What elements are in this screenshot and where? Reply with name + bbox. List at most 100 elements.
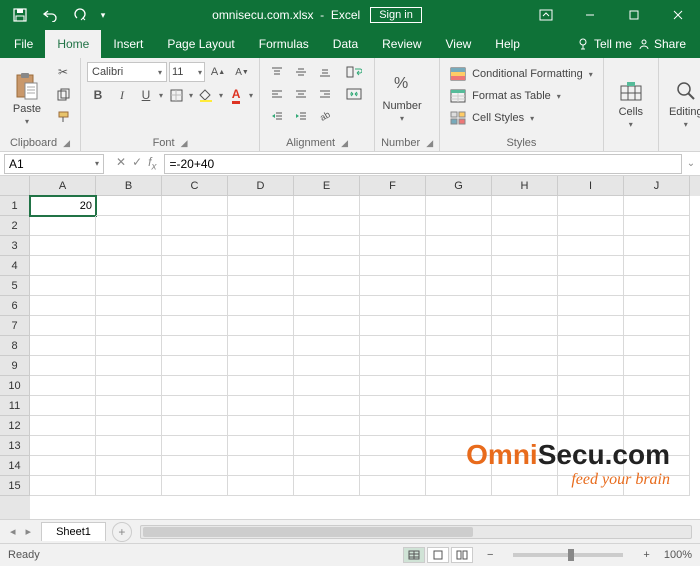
- cell[interactable]: [294, 296, 360, 316]
- cell[interactable]: [558, 316, 624, 336]
- cell[interactable]: [228, 476, 294, 496]
- bold-button[interactable]: B: [87, 85, 109, 105]
- cell[interactable]: [228, 216, 294, 236]
- column-header[interactable]: F: [360, 176, 426, 196]
- decrease-indent-icon[interactable]: [266, 106, 288, 126]
- cell[interactable]: [492, 276, 558, 296]
- cell[interactable]: [294, 276, 360, 296]
- save-icon[interactable]: [6, 3, 34, 27]
- paste-button[interactable]: Paste ▾: [6, 62, 48, 135]
- minimize-icon[interactable]: [568, 0, 612, 30]
- cell[interactable]: [624, 476, 690, 496]
- cell[interactable]: [294, 376, 360, 396]
- cell[interactable]: [96, 436, 162, 456]
- dialog-launcher-icon[interactable]: ◢: [63, 138, 70, 149]
- cell[interactable]: [360, 436, 426, 456]
- cell[interactable]: [558, 216, 624, 236]
- cell[interactable]: [96, 316, 162, 336]
- cell[interactable]: [558, 476, 624, 496]
- cell[interactable]: [426, 216, 492, 236]
- chevron-down-icon[interactable]: ▾: [249, 91, 253, 100]
- column-header[interactable]: D: [228, 176, 294, 196]
- cell[interactable]: [228, 316, 294, 336]
- cell[interactable]: [96, 456, 162, 476]
- zoom-in-button[interactable]: +: [639, 549, 653, 561]
- cell[interactable]: [558, 336, 624, 356]
- cell[interactable]: [294, 316, 360, 336]
- cell[interactable]: [228, 196, 294, 216]
- cell[interactable]: [624, 376, 690, 396]
- font-size-combo[interactable]: 11▾: [169, 62, 205, 82]
- cell[interactable]: [162, 256, 228, 276]
- cell[interactable]: [30, 396, 96, 416]
- cell[interactable]: [558, 456, 624, 476]
- row-header[interactable]: 10: [0, 376, 30, 396]
- row-header[interactable]: 15: [0, 476, 30, 496]
- cell[interactable]: [30, 436, 96, 456]
- cell[interactable]: [228, 236, 294, 256]
- undo-icon[interactable]: [36, 3, 64, 27]
- row-header[interactable]: 3: [0, 236, 30, 256]
- chevron-down-icon[interactable]: ▾: [159, 91, 163, 100]
- cell[interactable]: [228, 396, 294, 416]
- cell[interactable]: [492, 356, 558, 376]
- align-center-icon[interactable]: [290, 84, 312, 104]
- close-icon[interactable]: [656, 0, 700, 30]
- borders-icon[interactable]: [165, 85, 187, 105]
- cell[interactable]: [162, 456, 228, 476]
- cell[interactable]: [294, 396, 360, 416]
- cell[interactable]: [558, 396, 624, 416]
- cell[interactable]: [624, 456, 690, 476]
- align-top-icon[interactable]: [266, 62, 288, 82]
- cell[interactable]: [624, 396, 690, 416]
- column-header[interactable]: B: [96, 176, 162, 196]
- cell[interactable]: [162, 416, 228, 436]
- cell[interactable]: [228, 256, 294, 276]
- cell[interactable]: [30, 216, 96, 236]
- cell[interactable]: [426, 256, 492, 276]
- row-header[interactable]: 8: [0, 336, 30, 356]
- qat-customize-icon[interactable]: ▾: [96, 3, 110, 27]
- cell[interactable]: [162, 196, 228, 216]
- row-header[interactable]: 6: [0, 296, 30, 316]
- cell[interactable]: [294, 216, 360, 236]
- cell[interactable]: [492, 456, 558, 476]
- maximize-icon[interactable]: [612, 0, 656, 30]
- cell[interactable]: [426, 236, 492, 256]
- cell[interactable]: [492, 436, 558, 456]
- cell[interactable]: [96, 396, 162, 416]
- cell[interactable]: [294, 476, 360, 496]
- cell[interactable]: [492, 316, 558, 336]
- row-header[interactable]: 4: [0, 256, 30, 276]
- cell[interactable]: [558, 376, 624, 396]
- cell[interactable]: [96, 236, 162, 256]
- number-format-button[interactable]: % Number ▾: [381, 62, 423, 135]
- cell[interactable]: 20: [30, 196, 96, 216]
- cell[interactable]: [360, 396, 426, 416]
- cell[interactable]: [624, 296, 690, 316]
- cell[interactable]: [228, 436, 294, 456]
- cell[interactable]: [426, 356, 492, 376]
- dialog-launcher-icon[interactable]: ◢: [426, 138, 433, 149]
- cell[interactable]: [492, 196, 558, 216]
- cell[interactable]: [426, 336, 492, 356]
- cell[interactable]: [624, 436, 690, 456]
- orientation-icon[interactable]: ab: [314, 106, 336, 126]
- increase-indent-icon[interactable]: [290, 106, 312, 126]
- fill-color-icon[interactable]: [195, 85, 217, 105]
- cell[interactable]: [162, 436, 228, 456]
- sign-in-button[interactable]: Sign in: [370, 7, 422, 23]
- cell[interactable]: [96, 216, 162, 236]
- cell[interactable]: [360, 276, 426, 296]
- cell[interactable]: [30, 476, 96, 496]
- cell[interactable]: [492, 336, 558, 356]
- row-header[interactable]: 5: [0, 276, 30, 296]
- cell[interactable]: [96, 256, 162, 276]
- cell[interactable]: [624, 236, 690, 256]
- cell[interactable]: [360, 196, 426, 216]
- name-box[interactable]: A1 ▾: [4, 154, 104, 174]
- cell[interactable]: [162, 336, 228, 356]
- cell[interactable]: [294, 336, 360, 356]
- cell[interactable]: [492, 416, 558, 436]
- align-middle-icon[interactable]: [290, 62, 312, 82]
